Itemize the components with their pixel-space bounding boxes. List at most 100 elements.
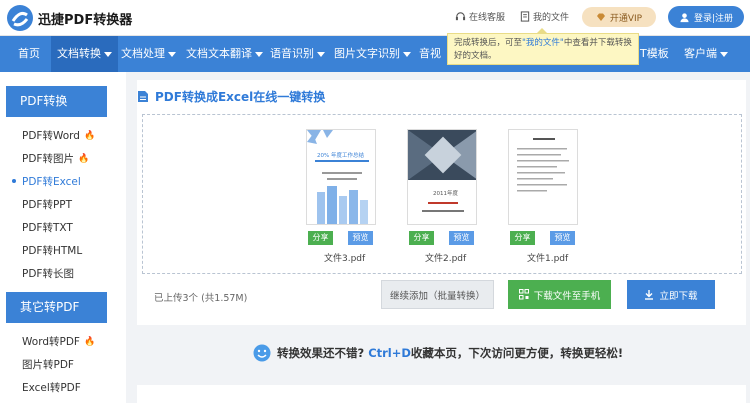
sidebar-item-label: Word转PDF <box>22 336 80 348</box>
chevron-down-icon <box>255 51 263 57</box>
active-dot-icon <box>12 179 16 183</box>
sidebar-item-pdf-long-image[interactable]: PDF转长图 <box>22 266 74 281</box>
vip-button[interactable]: 开通VIP <box>582 7 656 27</box>
preview-button[interactable]: 预览 <box>348 231 373 245</box>
sidebar-item-label: 图片转PDF <box>22 359 74 371</box>
main-panel: PDF转换成Excel在线一键转换 20% 年度工作总结 分享 预览 文件3.p… <box>137 80 746 325</box>
add-more-button[interactable]: 继续添加（批量转换） <box>381 280 494 309</box>
tooltip-link[interactable]: "我的文件" <box>522 38 564 48</box>
sidebar-item-pdf-excel[interactable]: PDF转Excel <box>12 174 81 189</box>
sidebar-item-label: PDF转HTML <box>22 245 83 257</box>
preview-button[interactable]: 预览 <box>550 231 575 245</box>
add-more-label: 继续添加（批量转换） <box>389 290 485 302</box>
fire-icon: 🔥 <box>77 153 90 164</box>
thumbnail-title: 20% 年度工作总结 <box>317 153 364 159</box>
nav-speech-label: 语音识别 <box>270 47 314 60</box>
my-files-tooltip: 完成转换后，可至"我的文件"中查看并下载转换好的文档。 <box>447 28 639 65</box>
nav-translate-label: 文档文本翻译 <box>186 47 252 60</box>
sidebar-item-image-pdf[interactable]: 图片转PDF <box>22 357 74 372</box>
share-button[interactable]: 分享 <box>308 231 333 245</box>
login-label: 登录|注册 <box>693 13 734 24</box>
sidebar-item-pdf-html[interactable]: PDF转HTML <box>22 243 82 258</box>
nav-doc-process-label: 文档处理 <box>121 47 165 60</box>
sidebar-item-pdf-txt[interactable]: PDF转TXT <box>22 220 73 235</box>
promo-hotkey: Ctrl+D <box>368 346 411 360</box>
tooltip-text-1: 完成转换后，可至 <box>454 38 523 48</box>
smile-icon <box>253 344 271 362</box>
vip-label: 开通VIP <box>609 13 643 24</box>
headset-icon <box>455 12 466 21</box>
nav-av-label: 音视 <box>419 47 441 60</box>
user-icon <box>680 12 689 22</box>
nav-translate[interactable]: 文档文本翻译 <box>186 36 263 72</box>
sidebar-group-other-to-pdf[interactable]: 其它转PDF <box>6 292 107 323</box>
promo-text-2: 收藏本页，下次访问更方便，转换更轻松! <box>410 346 624 360</box>
nav-speech[interactable]: 语音识别 <box>270 36 325 72</box>
file-name: 文件2.pdf <box>425 254 467 264</box>
top-header: 迅捷PDF转换器 在线客服 我的文件 开通VIP 登录|注册 <box>0 0 750 36</box>
nav-doc-convert-label: 文档转换 <box>57 47 101 60</box>
sidebar-item-label: PDF转Word <box>22 130 80 142</box>
my-files-link[interactable]: 我的文件 <box>520 10 569 23</box>
file-name: 文件1.pdf <box>527 254 569 264</box>
sidebar-item-pdf-word[interactable]: PDF转Word 🔥 <box>22 128 95 143</box>
fire-icon: 🔥 <box>83 130 96 141</box>
nav-ocr-label: 图片文字识别 <box>334 47 400 60</box>
nav-ocr[interactable]: 图片文字识别 <box>334 36 411 72</box>
diamond-icon <box>596 13 605 21</box>
download-icon <box>645 290 654 300</box>
nav-client-label: 客户端 <box>684 47 717 60</box>
sidebar: PDF转换 PDF转Word 🔥 PDF转图片 🔥 PDF转Excel PDF转PP… <box>0 72 126 403</box>
page-title-text: PDF转换成Excel在线一键转换 <box>155 90 326 104</box>
bottom-panel <box>137 385 746 403</box>
sidebar-item-label: PDF转TXT <box>22 222 73 234</box>
sidebar-item-excel-pdf[interactable]: Excel转PDF <box>22 380 81 395</box>
download-now-label: 立即下载 <box>659 290 698 302</box>
chevron-down-icon <box>403 51 411 57</box>
sidebar-item-label: Excel转PDF <box>22 382 81 394</box>
nav-home[interactable]: 首页 <box>18 36 40 72</box>
download-now-button[interactable]: 立即下载 <box>627 280 715 309</box>
sidebar-item-pdf-image[interactable]: PDF转图片 🔥 <box>22 151 89 166</box>
app-logo-icon <box>7 5 33 31</box>
my-files-label: 我的文件 <box>533 13 570 23</box>
chevron-down-icon <box>168 51 176 57</box>
sidebar-item-label: PDF转Excel <box>22 176 81 188</box>
upload-drop-area[interactable]: 20% 年度工作总结 分享 预览 文件3.pdf 2011年度 分享 预览 文件… <box>142 114 742 274</box>
promo-text-1: 转换效果还不错? <box>277 346 365 360</box>
sidebar-item-pdf-ppt[interactable]: PDF转PPT <box>22 197 72 212</box>
nav-av[interactable]: 音视 <box>419 36 441 72</box>
nav-doc-process[interactable]: 文档处理 <box>121 36 176 72</box>
chevron-down-icon <box>720 51 728 57</box>
nav-template-label: T模板 <box>640 47 669 60</box>
file-thumbnail[interactable]: 20% 年度工作总结 <box>306 129 376 225</box>
brand-name: 迅捷PDF转换器 <box>38 13 133 28</box>
file-name: 文件3.pdf <box>324 254 366 264</box>
online-service-link[interactable]: 在线客服 <box>455 10 505 23</box>
sidebar-item-label: PDF转图片 <box>22 153 74 165</box>
file-thumbnail[interactable]: 2011年度 <box>407 129 477 225</box>
fire-icon: 🔥 <box>83 336 96 347</box>
nav-client[interactable]: 客户端 <box>684 36 728 72</box>
chevron-down-icon <box>104 51 112 57</box>
download-to-phone-label: 下载文件至手机 <box>533 290 601 302</box>
document-thumbnail-icon <box>408 130 476 212</box>
document-icon <box>138 91 148 102</box>
nav-doc-convert[interactable]: 文档转换 <box>51 36 118 72</box>
sidebar-item-word-pdf[interactable]: Word转PDF 🔥 <box>22 334 95 349</box>
bookmark-promo: 转换效果还不错? Ctrl+D收藏本页，下次访问更方便，转换更轻松! <box>253 344 623 362</box>
nav-home-label: 首页 <box>18 47 40 60</box>
thumbnail-title: 2011年度 <box>433 191 458 197</box>
download-to-phone-button[interactable]: 下载文件至手机 <box>508 280 611 309</box>
document-thumbnail-icon <box>307 130 369 224</box>
document-thumbnail-icon <box>517 138 569 192</box>
online-service-label: 在线客服 <box>469 13 506 23</box>
share-button[interactable]: 分享 <box>409 231 434 245</box>
sidebar-group-pdf-convert[interactable]: PDF转换 <box>6 86 107 117</box>
login-button[interactable]: 登录|注册 <box>668 6 744 28</box>
file-thumbnail[interactable] <box>508 129 578 225</box>
share-button[interactable]: 分享 <box>510 231 535 245</box>
nav-template[interactable]: T模板 <box>640 36 669 72</box>
preview-button[interactable]: 预览 <box>449 231 474 245</box>
page-title: PDF转换成Excel在线一键转换 <box>137 88 325 105</box>
